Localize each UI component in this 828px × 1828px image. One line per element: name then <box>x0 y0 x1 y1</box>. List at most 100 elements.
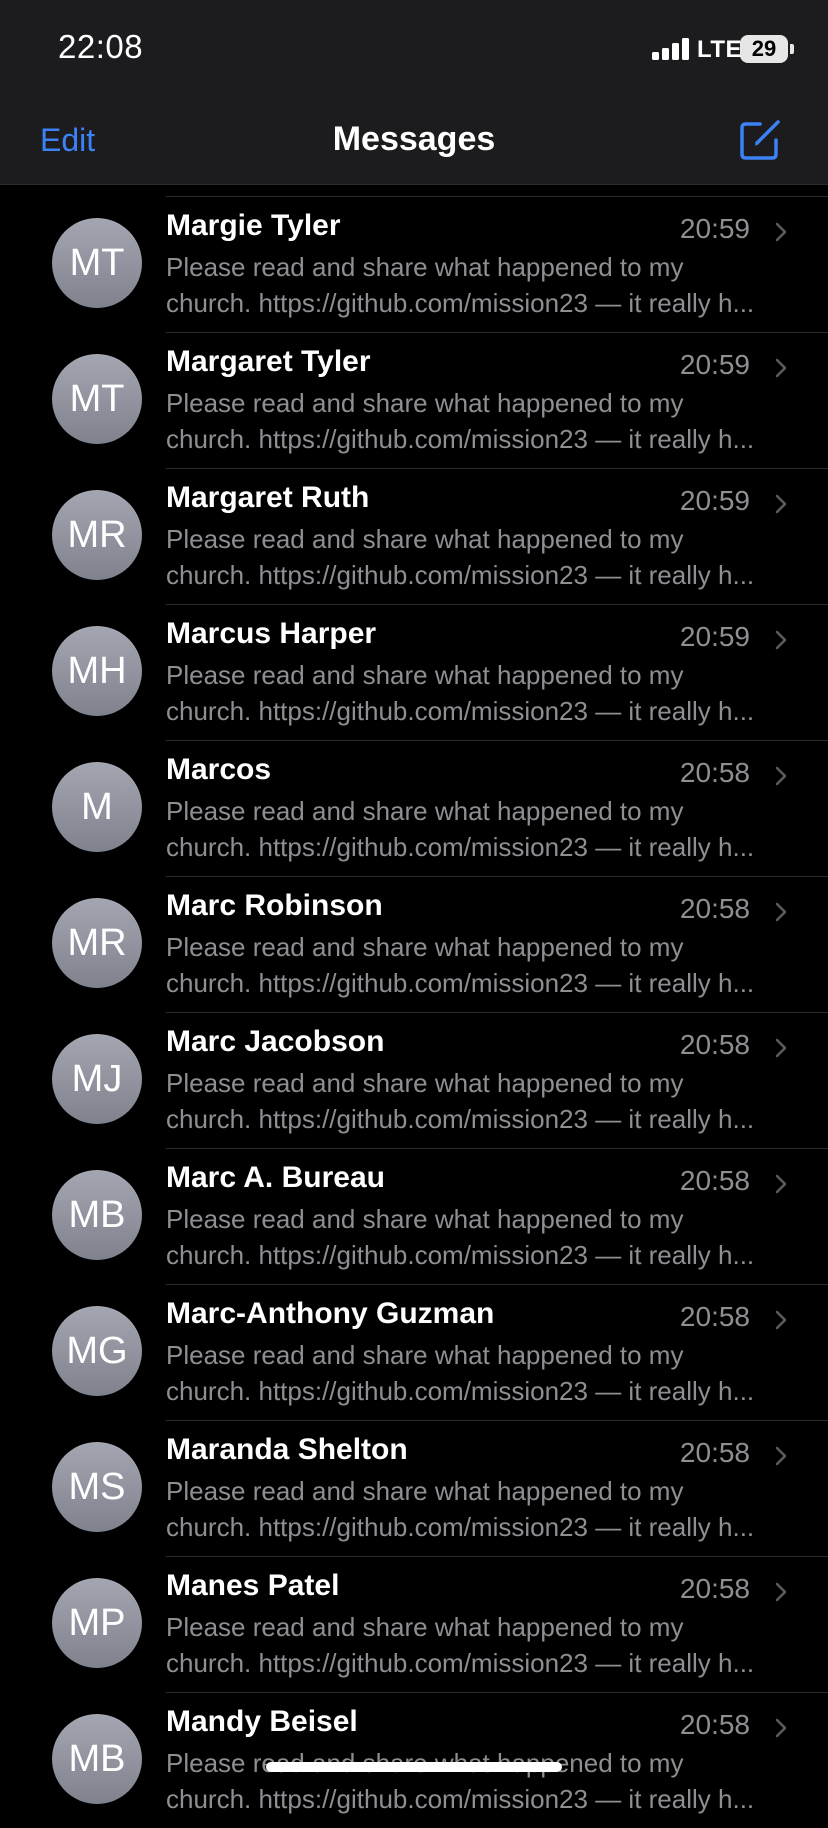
conversation-content[interactable]: Marc Jacobson 20:58 Please read and shar… <box>166 1012 828 1148</box>
message-preview: Please read and share what happened to m… <box>166 249 788 321</box>
chevron-right-icon <box>775 1038 787 1058</box>
message-time: 20:59 <box>679 349 750 380</box>
compose-icon[interactable] <box>738 116 784 162</box>
message-preview-line: Please read and share what happened to m… <box>166 1476 684 1506</box>
message-preview-line: church. https://github.com/mission23 — i… <box>166 1784 755 1814</box>
conversation-content[interactable]: Mandy Beisel 20:58 Please read and share… <box>166 1692 828 1828</box>
avatar[interactable]: M <box>52 762 142 852</box>
message-preview-line: church. https://github.com/mission23 — i… <box>166 1376 755 1406</box>
message-preview: Please read and share what happened to m… <box>166 521 788 593</box>
conversation-row[interactable]: MS Maranda Shelton 20:58 Please read and… <box>0 1420 828 1556</box>
conversation-row[interactable]: M Marcos 20:58 Please read and share wha… <box>0 740 828 876</box>
message-preview-line: Please read and share what happened to m… <box>166 252 684 282</box>
home-indicator[interactable] <box>266 1762 562 1772</box>
message-time: 20:58 <box>679 1709 750 1740</box>
conversation-content[interactable]: Marcos 20:58 Please read and share what … <box>166 740 828 876</box>
status-bar: 22:08 LTE 29 <box>0 0 828 100</box>
message-preview-line: church. https://github.com/mission23 — i… <box>166 968 755 998</box>
conversation-row[interactable]: MB Mandy Beisel 20:58 Please read and sh… <box>0 1692 828 1828</box>
message-preview-line: church. https://github.com/mission23 — i… <box>166 560 755 590</box>
conversation-content[interactable]: Margaret Ruth 20:59 Please read and shar… <box>166 468 828 604</box>
message-time: 20:59 <box>679 485 750 516</box>
message-preview-line: Please read and share what happened to m… <box>166 660 684 690</box>
conversation-content[interactable]: Margie Tyler 20:59 Please read and share… <box>166 196 828 332</box>
avatar[interactable]: MJ <box>52 1034 142 1124</box>
network-type: LTE <box>697 36 743 63</box>
cellular-signal-icon <box>652 38 692 60</box>
message-time: 20:58 <box>679 1573 750 1604</box>
message-preview: Please read and share what happened to m… <box>166 793 788 865</box>
conversation-row[interactable]: MT Margaret Tyler 20:59 Please read and … <box>0 332 828 468</box>
chevron-right-icon <box>775 1582 787 1602</box>
contact-name: Marc Robinson <box>166 889 383 922</box>
contact-name: Marc Jacobson <box>166 1025 385 1058</box>
message-preview-line: church. https://github.com/mission23 — i… <box>166 288 755 318</box>
message-preview: Please read and share what happened to m… <box>166 1065 788 1137</box>
message-time: 20:59 <box>679 213 750 244</box>
message-preview: Please read and share what happened to m… <box>166 1745 788 1817</box>
battery-nub <box>790 44 794 54</box>
chevron-right-icon <box>775 358 787 378</box>
battery-icon: 29 <box>740 35 788 63</box>
conversation-row[interactable]: MR Margaret Ruth 20:59 Please read and s… <box>0 468 828 604</box>
message-preview-line: Please read and share what happened to m… <box>166 932 684 962</box>
avatar[interactable]: MP <box>52 1578 142 1668</box>
conversation-row[interactable]: MH Marcus Harper 20:59 Please read and s… <box>0 604 828 740</box>
message-time: 20:58 <box>679 757 750 788</box>
message-time: 20:58 <box>679 893 750 924</box>
conversation-row[interactable]: MR Marc Robinson 20:58 Please read and s… <box>0 876 828 1012</box>
contact-name: Margie Tyler <box>166 209 341 242</box>
avatar[interactable]: MG <box>52 1306 142 1396</box>
chevron-right-icon <box>775 494 787 514</box>
message-preview: Please read and share what happened to m… <box>166 1337 788 1409</box>
conversation-content[interactable]: Manes Patel 20:58 Please read and share … <box>166 1556 828 1692</box>
conversation-row[interactable]: MG Marc-Anthony Guzman 20:58 Please read… <box>0 1284 828 1420</box>
message-preview: Please read and share what happened to m… <box>166 1201 788 1273</box>
avatar[interactable]: MB <box>52 1170 142 1260</box>
avatar[interactable]: MS <box>52 1442 142 1532</box>
chevron-right-icon <box>775 222 787 242</box>
contact-name: Maranda Shelton <box>166 1433 408 1466</box>
avatar[interactable]: MB <box>52 1714 142 1804</box>
chevron-right-icon <box>775 902 787 922</box>
message-preview-line: Please read and share what happened to m… <box>166 524 684 554</box>
message-preview: Please read and share what happened to m… <box>166 929 788 1001</box>
message-preview-line: Please read and share what happened to m… <box>166 1612 684 1642</box>
avatar[interactable]: MR <box>52 898 142 988</box>
conversation-content[interactable]: Marc A. Bureau 20:58 Please read and sha… <box>166 1148 828 1284</box>
message-preview-line: Please read and share what happened to m… <box>166 388 684 418</box>
message-preview-line: church. https://github.com/mission23 — i… <box>166 1512 755 1542</box>
contact-name: Marc-Anthony Guzman <box>166 1297 495 1330</box>
chevron-right-icon <box>775 1174 787 1194</box>
message-preview: Please read and share what happened to m… <box>166 385 788 457</box>
conversation-row[interactable]: MT Margie Tyler 20:59 Please read and sh… <box>0 196 828 332</box>
chevron-right-icon <box>775 766 787 786</box>
message-time: 20:58 <box>679 1029 750 1060</box>
message-preview-line: church. https://github.com/mission23 — i… <box>166 1240 755 1270</box>
nav-bar: Edit Messages <box>0 100 828 185</box>
conversation-content[interactable]: Maranda Shelton 20:58 Please read and sh… <box>166 1420 828 1556</box>
message-preview-line: church. https://github.com/mission23 — i… <box>166 1648 755 1678</box>
conversation-content[interactable]: Marcus Harper 20:59 Please read and shar… <box>166 604 828 740</box>
conversation-content[interactable]: Marc Robinson 20:58 Please read and shar… <box>166 876 828 1012</box>
conversation-row[interactable]: MB Marc A. Bureau 20:58 Please read and … <box>0 1148 828 1284</box>
message-preview-line: church. https://github.com/mission23 — i… <box>166 696 755 726</box>
message-preview: Please read and share what happened to m… <box>166 1609 788 1681</box>
contact-name: Margaret Ruth <box>166 481 370 514</box>
page-title: Messages <box>332 120 496 158</box>
avatar[interactable]: MT <box>52 218 142 308</box>
contact-name: Marcos <box>166 753 272 786</box>
message-time: 20:58 <box>679 1165 750 1196</box>
avatar[interactable]: MT <box>52 354 142 444</box>
chevron-right-icon <box>775 1310 787 1330</box>
message-preview-line: church. https://github.com/mission23 — i… <box>166 832 755 862</box>
conversation-content[interactable]: Margaret Tyler 20:59 Please read and sha… <box>166 332 828 468</box>
avatar[interactable]: MH <box>52 626 142 716</box>
conversation-row[interactable]: MJ Marc Jacobson 20:58 Please read and s… <box>0 1012 828 1148</box>
conversation-row[interactable]: MP Manes Patel 20:58 Please read and sha… <box>0 1556 828 1692</box>
avatar[interactable]: MR <box>52 490 142 580</box>
conversation-content[interactable]: Marc-Anthony Guzman 20:58 Please read an… <box>166 1284 828 1420</box>
status-time: 22:08 <box>58 28 144 65</box>
message-preview-line: church. https://github.com/mission23 — i… <box>166 424 755 454</box>
contact-name: Marc A. Bureau <box>166 1161 385 1194</box>
